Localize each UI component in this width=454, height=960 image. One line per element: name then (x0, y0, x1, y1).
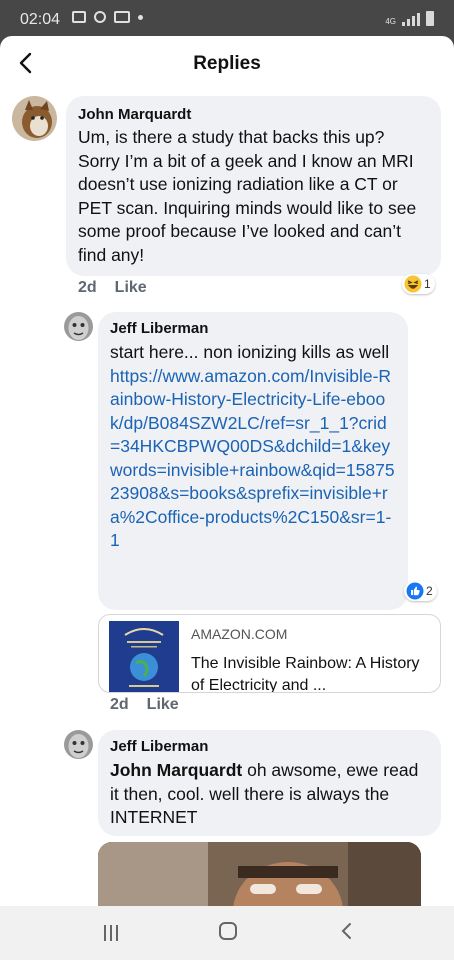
system-back-icon[interactable] (338, 922, 354, 940)
status-right: 4G (385, 11, 434, 26)
reaction-count: 2 (426, 584, 433, 598)
reaction-count: 1 (424, 277, 431, 291)
comment-age[interactable]: 2d (78, 279, 97, 297)
status-bar: 02:04 4G (0, 0, 454, 40)
system-nav-bar (0, 906, 454, 960)
mention-link[interactable]: John Marquardt (110, 760, 242, 780)
recent-apps-icon[interactable] (102, 925, 120, 941)
youtube-icon (114, 11, 130, 23)
comment-text: John Marquardt oh awsome, ewe read it th… (110, 759, 429, 830)
status-time: 02:04 (20, 11, 61, 28)
avatar[interactable] (12, 96, 57, 141)
comment-author[interactable]: John Marquardt (78, 106, 429, 123)
header: Replies (0, 36, 454, 92)
avatar[interactable] (64, 312, 93, 341)
like-button[interactable]: Like (115, 279, 147, 297)
comment-meta: 2d Like (78, 279, 147, 297)
replies-sheet: Replies John Marquardt Um, is there a st… (0, 36, 454, 906)
cat-avatar-icon (12, 96, 57, 141)
comment-link[interactable]: https://www.amazon.com/Invisible-Rainbow… (110, 365, 396, 553)
video-thumbnail-icon (98, 842, 421, 906)
signal-icon (402, 13, 420, 26)
link-preview-card[interactable]: AMAZON.COM The Invisible Rainbow: A Hist… (98, 614, 441, 693)
comment-media-image[interactable] (98, 842, 421, 906)
comment-bubble[interactable]: Jeff Liberman John Marquardt oh awsome, … (98, 730, 441, 836)
like-thumb-icon (406, 582, 424, 600)
gallery-icon (72, 11, 86, 23)
face-avatar-icon (64, 730, 93, 759)
page-title: Replies (193, 53, 261, 74)
link-title: The Invisible Rainbow: A History of Elec… (191, 655, 420, 693)
more-notifications-icon (138, 14, 143, 20)
comment-author[interactable]: Jeff Liberman (110, 320, 396, 337)
comment-text: Um, is there a study that backs this up?… (78, 127, 417, 265)
reaction-badge[interactable]: 2 (404, 581, 437, 601)
comment-author[interactable]: Jeff Liberman (110, 738, 429, 755)
comment-bubble[interactable]: Jeff Liberman start here... non ionizing… (98, 312, 408, 610)
book-cover-image (109, 621, 179, 692)
haha-emoji-icon (404, 275, 422, 293)
comment-bubble[interactable]: John Marquardt Um, is there a study that… (66, 96, 441, 276)
like-button[interactable]: Like (147, 696, 179, 714)
home-icon[interactable] (219, 922, 237, 940)
reaction-badge[interactable]: 1 (402, 274, 435, 294)
battery-icon (426, 11, 434, 26)
avatar[interactable] (64, 730, 93, 759)
notification-icons (72, 11, 143, 23)
book-cover-icon (109, 621, 179, 692)
comment-meta: 2d Like (110, 696, 179, 714)
link-domain: AMAZON.COM (191, 626, 288, 642)
face-avatar-icon (64, 312, 93, 341)
usb-icon (94, 11, 106, 23)
network-type: 4G (385, 17, 396, 26)
comment-text: start here... non ionizing kills as well (110, 342, 390, 362)
comment-age[interactable]: 2d (110, 696, 129, 714)
